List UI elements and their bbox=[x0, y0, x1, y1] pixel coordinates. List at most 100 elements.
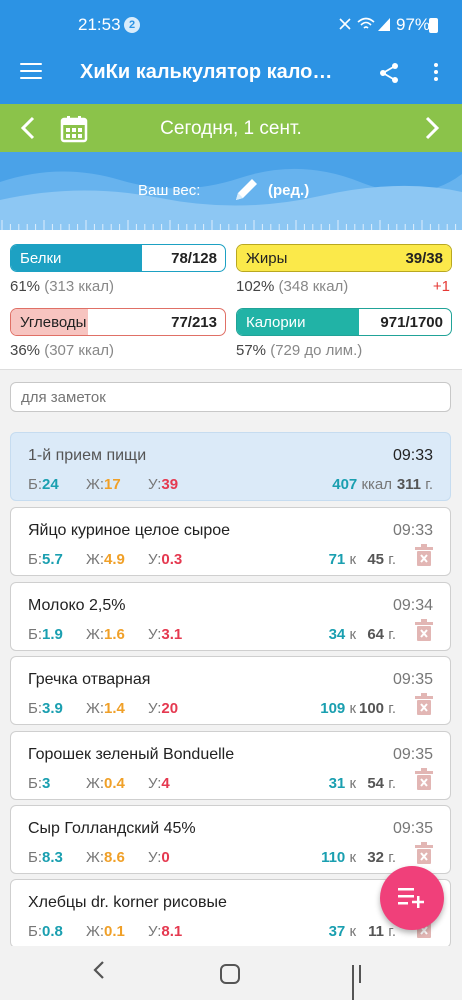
macro-proteins-kcal: (313 ккал) bbox=[44, 278, 114, 295]
food-name: Молоко 2,5% bbox=[28, 597, 126, 614]
weight-scale-ticks bbox=[1, 220, 457, 230]
trash-icon[interactable] bbox=[415, 619, 433, 641]
weight-edit-link[interactable]: (ред.) bbox=[268, 182, 309, 199]
trash-icon[interactable] bbox=[415, 768, 433, 790]
menu-icon[interactable] bbox=[20, 63, 42, 81]
macro-summary: Белки 78/128 61% (313 ккал) Жиры 39/38 1… bbox=[0, 230, 462, 370]
battery-percent: 97% bbox=[396, 15, 431, 34]
food-grams: 100 г. bbox=[358, 700, 396, 717]
food-fats: Ж:0.1 bbox=[86, 923, 125, 940]
macro-proteins-pct: 61% bbox=[10, 278, 41, 295]
macro-fats-extra: +1 bbox=[432, 278, 450, 295]
trash-icon[interactable] bbox=[415, 544, 433, 566]
food-kcal: 109 к bbox=[320, 700, 356, 717]
food-item[interactable]: Сыр Голландский 45% 09:35 Б:8.3 Ж:8.6 У:0 110… bbox=[10, 805, 451, 874]
food-name: Горошек зеленый Bonduelle bbox=[28, 746, 235, 763]
home-nav-icon[interactable] bbox=[220, 964, 240, 984]
food-grams: 45 г. bbox=[367, 551, 396, 568]
meal-title: 1-й прием пищи bbox=[28, 447, 147, 464]
macro-calories-pct: 57% bbox=[236, 342, 267, 359]
food-kcal: 31 к bbox=[328, 775, 356, 792]
macro-proteins-bar: Белки 78/128 bbox=[10, 244, 226, 272]
food-carbs: У:8.1 bbox=[148, 923, 183, 940]
share-icon[interactable] bbox=[378, 62, 400, 84]
back-nav-icon[interactable] bbox=[92, 960, 106, 980]
food-fats: Ж:8.6 bbox=[86, 849, 125, 866]
chevron-left-icon[interactable] bbox=[20, 116, 36, 140]
food-proteins: Б:5.7 bbox=[28, 551, 63, 568]
food-time: 09:33 bbox=[392, 522, 433, 539]
macro-proteins-name: Белки bbox=[20, 250, 62, 267]
food-time: 09:35 bbox=[392, 671, 433, 688]
macro-proteins[interactable]: Белки 78/128 61% (313 ккал) bbox=[10, 244, 226, 295]
macro-fats-name: Жиры bbox=[246, 250, 288, 267]
meal-grams: 311 г. bbox=[396, 476, 433, 493]
trash-icon[interactable] bbox=[415, 693, 433, 715]
food-time: 09:35 bbox=[392, 746, 433, 763]
macro-carbs-pct: 36% bbox=[10, 342, 41, 359]
meal-time: 09:33 bbox=[392, 447, 433, 464]
macro-fats-pct: 102% bbox=[236, 278, 275, 295]
macro-carbs[interactable]: Углеводы 77/213 36% (307 ккал) bbox=[10, 308, 226, 359]
app-title: ХиКи калькулятор кало… bbox=[80, 61, 333, 83]
notification-badge: 2 bbox=[124, 17, 140, 33]
signal-icons bbox=[339, 17, 390, 31]
system-nav-bar bbox=[0, 946, 462, 1000]
pencil-icon[interactable] bbox=[230, 174, 262, 206]
macro-fats[interactable]: Жиры 39/38 102% (348 ккал) +1 bbox=[236, 244, 452, 295]
macro-fats-percent: 102% (348 ккал) +1 bbox=[236, 278, 452, 295]
status-bar: 21:53 2 97% bbox=[0, 0, 462, 42]
food-carbs: У:0.3 bbox=[148, 551, 183, 568]
more-vert-icon[interactable] bbox=[432, 63, 440, 83]
food-item[interactable]: Горошек зеленый Bonduelle 09:35 Б:3 Ж:0.4 У:… bbox=[10, 731, 451, 800]
macro-carbs-bar: Углеводы 77/213 bbox=[10, 308, 226, 336]
macro-proteins-percent: 61% (313 ккал) bbox=[10, 278, 226, 295]
chevron-right-icon[interactable] bbox=[424, 116, 440, 140]
macro-fats-bar: Жиры 39/38 bbox=[236, 244, 452, 272]
food-fats: Ж:0.4 bbox=[86, 775, 125, 792]
weight-banner[interactable]: Ваш вес: (ред.) bbox=[0, 152, 462, 230]
status-time: 21:53 bbox=[78, 15, 121, 34]
food-proteins: Б:3 bbox=[28, 775, 51, 792]
food-carbs: У:0 bbox=[148, 849, 170, 866]
food-fats: Ж:1.4 bbox=[86, 700, 125, 717]
food-name: Яйцо куриное целое сырое bbox=[28, 522, 231, 539]
macro-carbs-percent: 36% (307 ккал) bbox=[10, 342, 226, 359]
meal-kcal: 407 ккал bbox=[332, 476, 392, 493]
calendar-icon[interactable] bbox=[60, 115, 88, 143]
date-bar: Сегодня, 1 сент. bbox=[0, 104, 462, 152]
food-time: 09:35 bbox=[392, 820, 433, 837]
food-carbs: У:3.1 bbox=[148, 626, 183, 643]
food-proteins: Б:3.9 bbox=[28, 700, 63, 717]
macro-fats-value: 39/38 bbox=[405, 250, 443, 267]
food-name: Сыр Голландский 45% bbox=[28, 820, 196, 837]
food-kcal: 37 к bbox=[328, 923, 356, 940]
battery-icon bbox=[429, 18, 438, 33]
notes-input[interactable] bbox=[10, 382, 451, 412]
food-grams: 32 г. bbox=[367, 849, 396, 866]
recents-nav-icon[interactable] bbox=[352, 965, 368, 1000]
food-proteins: Б:0.8 bbox=[28, 923, 63, 940]
food-item[interactable]: Молоко 2,5% 09:34 Б:1.9 Ж:1.6 У:3.1 34 к 64 г. bbox=[10, 582, 451, 651]
food-name: Хлебцы dr. korner рисовые bbox=[28, 894, 227, 911]
macro-calories-name: Калории bbox=[246, 314, 306, 331]
meal-fats: Ж:17 bbox=[86, 476, 121, 493]
macro-calories-bar: Калории 971/1700 bbox=[236, 308, 452, 336]
meal-proteins: Б:24 bbox=[28, 476, 59, 493]
food-carbs: У:4 bbox=[148, 775, 170, 792]
macro-carbs-name: Углеводы bbox=[20, 314, 87, 331]
macro-calories-kcal: (729 до лим.) bbox=[270, 342, 363, 359]
food-kcal: 34 к bbox=[328, 626, 356, 643]
add-list-icon bbox=[398, 888, 424, 908]
food-item[interactable]: Яйцо куриное целое сырое 09:33 Б:5.7 Ж:4.9 У… bbox=[10, 507, 451, 576]
food-name: Гречка отварная bbox=[28, 671, 151, 688]
food-grams: 11 г. bbox=[368, 923, 396, 940]
meal-header[interactable]: 1-й прием пищи 09:33 Б:24 Ж:17 У:39 407 … bbox=[10, 432, 451, 501]
food-proteins: Б:1.9 bbox=[28, 626, 63, 643]
add-food-button[interactable] bbox=[380, 866, 444, 930]
trash-icon[interactable] bbox=[415, 842, 433, 864]
food-item[interactable]: Гречка отварная 09:35 Б:3.9 Ж:1.4 У:20 109 к1… bbox=[10, 656, 451, 725]
food-fats: Ж:4.9 bbox=[86, 551, 125, 568]
food-grams: 64 г. bbox=[367, 626, 396, 643]
macro-calories[interactable]: Калории 971/1700 57% (729 до лим.) bbox=[236, 308, 452, 359]
